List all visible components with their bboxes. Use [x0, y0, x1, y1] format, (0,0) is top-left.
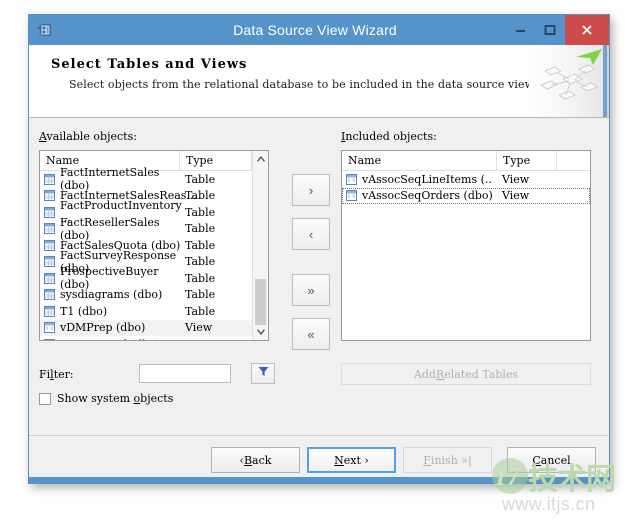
list-item-type: Table	[185, 205, 216, 219]
list-item[interactable]: sysdiagrams (dbo) Table	[40, 287, 268, 304]
filter-input[interactable]	[139, 364, 231, 383]
filter-apply-button[interactable]	[251, 363, 275, 384]
included-objects-listbox[interactable]: Name Type vAssocSeqLineItems (.. View vAss…	[341, 150, 591, 341]
wizard-body: Available objects: Name Type FactInterne…	[29, 118, 609, 484]
list-item-label: T1 (dbo)	[60, 304, 108, 318]
list-item-name: vAssocSeqOrders (dbo)	[346, 189, 502, 202]
list-item-name: vTargetMail (dbo)	[44, 338, 185, 340]
back-button[interactable]: ‹ Back	[211, 447, 300, 473]
list-item-type: Table	[185, 222, 216, 236]
window-bottom-accent	[29, 477, 609, 484]
filter-label: Filter:	[39, 368, 74, 381]
list-item-name: sysdiagrams (dbo)	[44, 288, 185, 301]
move-all-right-button[interactable]: »	[292, 274, 330, 306]
list-item[interactable]: FactResellerSales (dbo) Table	[40, 216, 268, 242]
included-objects-label: Included objects:	[341, 130, 437, 143]
list-item-name: vAssocSeqLineItems (..	[346, 173, 502, 186]
funnel-icon	[257, 365, 270, 383]
page-subtitle: Select objects from the relational datab…	[69, 78, 537, 91]
list-item[interactable]: FactInternetSales (dbo) Table	[40, 166, 268, 192]
list-item-type: Table	[185, 288, 216, 302]
list-item[interactable]: vDMPrep (dbo) View	[40, 319, 268, 336]
list-item[interactable]: T1 (dbo) Table	[40, 303, 268, 320]
list-item-type: Table	[185, 189, 216, 203]
available-objects-listbox[interactable]: Name Type FactInternetSales (dbo) Table Fa…	[39, 150, 269, 341]
column-header-type[interactable]: Type	[180, 151, 252, 170]
list-item-type: View	[185, 338, 212, 340]
list-item-type: Table	[185, 304, 216, 318]
maximize-button[interactable]	[535, 15, 565, 45]
wizard-header: Select Tables and Views Select objects f…	[29, 45, 609, 118]
header-illustration	[529, 45, 609, 117]
scroll-down-icon[interactable]	[253, 324, 268, 340]
list-item[interactable]: vTargetMail (dbo) View	[40, 336, 268, 340]
list-item[interactable]: ProspectiveBuyer (dbo) Table	[40, 265, 268, 291]
wizard-footer: ‹ Back Next › Finish »| Cancel	[29, 435, 609, 484]
move-right-button[interactable]: ›	[292, 174, 330, 206]
show-system-objects-label: Show system objects	[57, 392, 174, 405]
view-icon	[44, 322, 55, 334]
next-button[interactable]: Next ›	[307, 447, 396, 473]
screenshot-root: Data Source View Wizard Select Tables an…	[0, 0, 639, 530]
add-related-tables-button[interactable]: Add Related Tables	[341, 363, 591, 385]
view-icon	[346, 173, 357, 185]
window-titlebar: Data Source View Wizard	[29, 15, 609, 45]
list-item-type: Table	[185, 271, 216, 285]
list-item-type: Table	[185, 255, 216, 269]
view-icon	[346, 190, 357, 202]
list-item-label: vTargetMail (dbo)	[60, 338, 160, 340]
list-item-label: vDMPrep (dbo)	[60, 321, 146, 335]
window-controls	[505, 15, 609, 45]
list-item-label: sysdiagrams (dbo)	[60, 288, 163, 302]
table-icon	[44, 223, 55, 235]
list-item[interactable]: vAssocSeqOrders (dbo) View	[342, 187, 590, 204]
finish-button[interactable]: Finish »|	[403, 447, 492, 473]
list-item-name: vDMPrep (dbo)	[44, 321, 185, 334]
table-icon	[44, 289, 55, 301]
list-item-type: View	[185, 321, 213, 335]
wizard-icon	[37, 22, 53, 38]
move-left-button[interactable]: ‹	[292, 218, 330, 250]
available-list-rows: FactInternetSales (dbo) Table FactInternet…	[40, 166, 268, 340]
column-header-type[interactable]: Type	[497, 151, 557, 170]
table-icon	[44, 305, 55, 317]
wizard-window: Data Source View Wizard Select Tables an…	[28, 14, 610, 484]
show-system-objects-checkbox[interactable]	[39, 392, 51, 405]
list-item-name: T1 (dbo)	[44, 305, 185, 318]
list-item-label: vAssocSeqOrders (dbo)	[362, 189, 493, 203]
list-item-label: vAssocSeqLineItems (..	[362, 172, 492, 186]
watermark-site: www.itjs.cn	[502, 494, 596, 514]
list-item-type: Table	[185, 238, 216, 252]
minimize-button[interactable]	[505, 15, 535, 45]
close-button[interactable]	[565, 15, 609, 45]
move-all-left-button[interactable]: «	[292, 318, 330, 350]
list-item[interactable]: vAssocSeqLineItems (.. View	[342, 171, 590, 188]
column-header-name[interactable]: Name	[342, 151, 497, 170]
table-icon	[44, 272, 55, 284]
available-objects-label: Available objects:	[39, 130, 137, 143]
table-icon	[44, 173, 55, 185]
included-list-rows: vAssocSeqLineItems (.. View vAssocSeqOrder…	[342, 171, 590, 204]
available-list-scrollbar[interactable]	[252, 151, 268, 340]
column-header-spacer	[557, 151, 590, 170]
scroll-thumb[interactable]	[255, 279, 266, 325]
list-item-type: View	[502, 189, 530, 203]
cancel-button[interactable]: Cancel	[507, 447, 596, 473]
included-list-header: Name Type	[342, 151, 590, 171]
list-item-type: Table	[185, 172, 216, 186]
page-title: Select Tables and Views	[51, 57, 248, 72]
show-system-objects-row[interactable]: Show system objects	[39, 392, 173, 405]
view-icon	[44, 338, 55, 340]
list-item-type: View	[502, 172, 530, 186]
scroll-up-icon[interactable]	[253, 151, 268, 167]
